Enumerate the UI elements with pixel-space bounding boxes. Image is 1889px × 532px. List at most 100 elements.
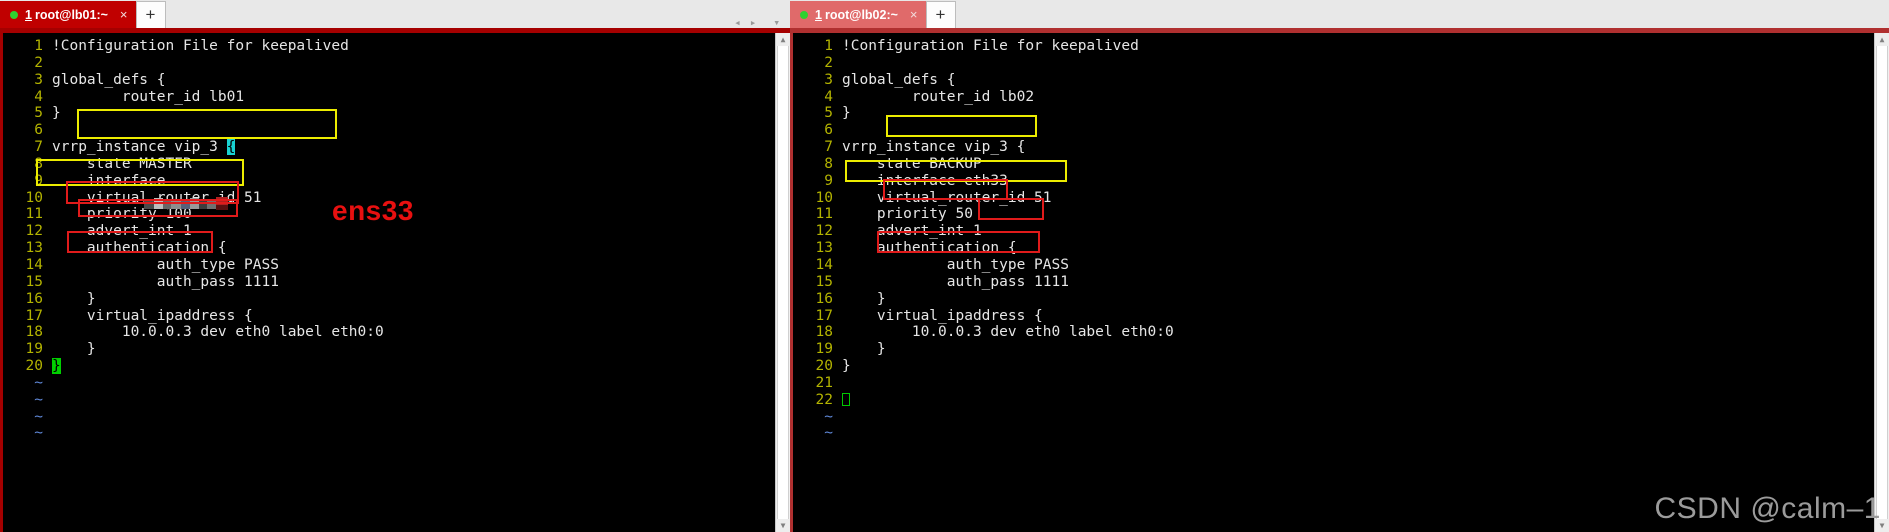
tab-index-label: 1 bbox=[815, 7, 822, 22]
editor-line: 22 bbox=[793, 392, 1889, 409]
line-number: 5 bbox=[34, 105, 43, 122]
tab-root-lb02[interactable]: 1 root@lb02:~ × bbox=[790, 1, 926, 28]
editor-line: 9 interface bbox=[3, 173, 790, 190]
editor-empty-line: ~ bbox=[3, 392, 790, 409]
cursor-block: } bbox=[52, 358, 61, 375]
vim-tilde: ~ bbox=[34, 374, 43, 391]
chevron-left-icon[interactable]: ◂ bbox=[734, 17, 741, 28]
editor-empty-line: ~ bbox=[793, 409, 1889, 426]
line-text: interface eth33 bbox=[842, 172, 1008, 189]
cursor-block: { bbox=[226, 139, 236, 156]
editor-line: 10 virtual_router_id 51 bbox=[793, 190, 1889, 207]
editor-empty-line: ~ bbox=[3, 409, 790, 426]
line-number: 17 bbox=[25, 307, 43, 324]
editor-line: 21 bbox=[793, 375, 1889, 392]
new-tab-button[interactable]: + bbox=[925, 1, 956, 28]
editor-line: 20} bbox=[3, 358, 790, 375]
editor-empty-line: ~ bbox=[3, 375, 790, 392]
line-number: 18 bbox=[815, 324, 833, 341]
tab-nav-controls: ◂ ▸ ▾ bbox=[734, 17, 780, 28]
tab-root-lb01[interactable]: 1 root@lb01:~ × bbox=[0, 1, 136, 28]
line-text: global_defs { bbox=[842, 71, 956, 88]
tab-title-label: root@lb01:~ bbox=[34, 7, 108, 22]
terminal-scrollbar-right[interactable]: ▲ ▼ bbox=[1874, 33, 1889, 532]
close-icon[interactable]: × bbox=[120, 7, 128, 22]
line-number: 9 bbox=[34, 172, 43, 189]
vim-tilde: ~ bbox=[34, 425, 43, 442]
editor-line: 5} bbox=[3, 105, 790, 122]
close-icon[interactable]: × bbox=[910, 7, 918, 22]
line-number: 10 bbox=[815, 189, 833, 206]
line-text: virtual_ipaddress { bbox=[842, 307, 1043, 324]
editor-line: 6 bbox=[3, 122, 790, 139]
scroll-down-icon[interactable]: ▼ bbox=[776, 519, 790, 532]
editor-line: 16 } bbox=[3, 291, 790, 308]
tab-status-dot-icon bbox=[10, 10, 18, 19]
line-number: 4 bbox=[824, 88, 833, 105]
editor-line: 14 auth_type PASS bbox=[793, 257, 1889, 274]
line-text: vrrp_instance vip_3 bbox=[52, 139, 227, 156]
terminal-body-right[interactable]: 1 !Configuration File for keepalived 2 3g… bbox=[790, 33, 1889, 532]
line-number: 17 bbox=[815, 307, 833, 324]
line-text: router_id lb02 bbox=[842, 88, 1035, 105]
line-number: 14 bbox=[815, 256, 833, 273]
line-number: 15 bbox=[25, 273, 43, 290]
editor-line: 17 virtual_ipaddress { bbox=[3, 308, 790, 325]
editor-line: 18 10.0.0.3 dev eth0 label eth0:0 bbox=[3, 324, 790, 341]
line-number: 4 bbox=[34, 88, 43, 105]
editor-line: 8 state MASTER bbox=[3, 156, 790, 173]
vim-tilde: ~ bbox=[824, 425, 833, 442]
terminal-window-right: 1 root@lb02:~ × + 1 !Configuration File f… bbox=[790, 0, 1889, 532]
line-number: 7 bbox=[824, 139, 833, 156]
terminal-body-left[interactable]: 1 !Configuration File for keepalived 2 3g… bbox=[0, 33, 790, 532]
line-text: virtual_ipaddress { bbox=[52, 307, 253, 324]
scrollbar-thumb[interactable] bbox=[1876, 33, 1888, 532]
line-text: 10.0.0.3 dev eth0 label eth0:0 bbox=[842, 324, 1174, 341]
new-tab-button[interactable]: + bbox=[135, 1, 166, 28]
line-text: advert_int 1 bbox=[842, 223, 982, 240]
editor-line: 19 } bbox=[793, 341, 1889, 358]
editor-empty-line: ~ bbox=[3, 425, 790, 442]
tab-index-label: 1 bbox=[25, 7, 32, 22]
line-number: 1 bbox=[824, 38, 833, 54]
line-number: 22 bbox=[815, 391, 833, 408]
line-text: auth_pass 1111 bbox=[842, 273, 1069, 290]
editor-line: 13 authentication { bbox=[3, 240, 790, 257]
line-text: vrrp_instance vip_3 { bbox=[842, 139, 1026, 156]
terminal-scrollbar-left[interactable]: ▲ ▼ bbox=[775, 33, 790, 532]
editor-line: 15 auth_pass 1111 bbox=[793, 274, 1889, 291]
editor-line: 19 } bbox=[3, 341, 790, 358]
editor-line: 6 bbox=[793, 122, 1889, 139]
line-number: 14 bbox=[25, 256, 43, 273]
scrollbar-thumb[interactable] bbox=[777, 33, 789, 532]
line-number: 6 bbox=[824, 122, 833, 139]
editor-line: 15 auth_pass 1111 bbox=[3, 274, 790, 291]
line-number: 8 bbox=[824, 155, 833, 172]
line-number: 11 bbox=[815, 206, 833, 223]
line-text: interface bbox=[52, 172, 166, 189]
line-text: !Configuration File for keepalived bbox=[842, 38, 1139, 54]
redacted-interface-value bbox=[144, 197, 232, 212]
chevron-right-icon[interactable]: ▸ bbox=[750, 17, 757, 28]
watermark-label: CSDN @calm–1 bbox=[1654, 492, 1881, 525]
line-text: } bbox=[52, 290, 96, 307]
chevron-down-icon[interactable]: ▾ bbox=[773, 17, 780, 28]
editor-empty-line: ~ bbox=[793, 425, 1889, 442]
line-text: } bbox=[842, 105, 851, 122]
editor-line: 7 vrrp_instance vip_3 { bbox=[3, 139, 790, 156]
annotation-label-ens33: ens33 bbox=[332, 195, 414, 226]
editor-line: 17 virtual_ipaddress { bbox=[793, 308, 1889, 325]
vim-tilde: ~ bbox=[824, 408, 833, 425]
editor-line: 12 advert_int 1 bbox=[793, 223, 1889, 240]
editor-line: 8 state BACKUP bbox=[793, 156, 1889, 173]
line-number: 8 bbox=[34, 155, 43, 172]
line-text: auth_pass 1111 bbox=[52, 273, 279, 290]
line-text: virtual_router_id 51 bbox=[842, 189, 1052, 206]
editor-line: 16 } bbox=[793, 291, 1889, 308]
line-number: 9 bbox=[824, 172, 833, 189]
editor-line: 5} bbox=[793, 105, 1889, 122]
line-number: 3 bbox=[34, 71, 43, 88]
scroll-up-icon[interactable]: ▲ bbox=[1875, 33, 1889, 46]
scroll-up-icon[interactable]: ▲ bbox=[776, 33, 790, 46]
cursor-outline bbox=[842, 392, 850, 406]
